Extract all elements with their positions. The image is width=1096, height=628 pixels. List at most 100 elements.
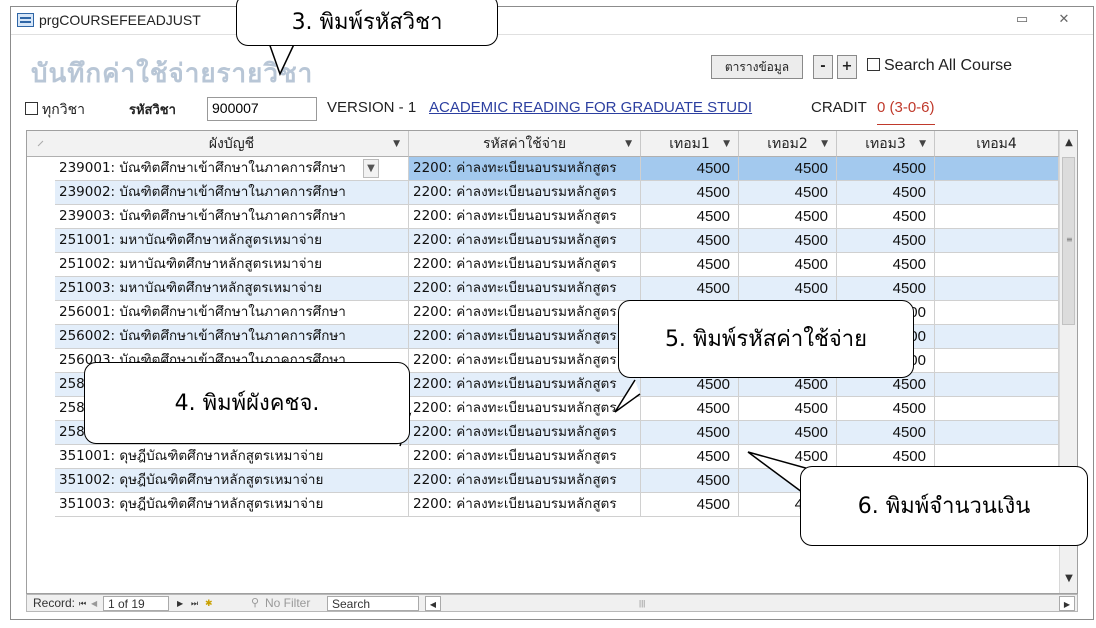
cell-t4[interactable] (935, 253, 1059, 277)
course-code-input[interactable]: 900007 (207, 97, 317, 121)
zoom-in-button[interactable]: + (837, 55, 857, 79)
scroll-up-icon[interactable]: ▲ (1060, 133, 1077, 153)
cell-account[interactable]: 256002: บัณฑิตศึกษาเข้าศึกษาในภาคการศึกษ… (55, 325, 409, 349)
cell-t4[interactable] (935, 397, 1059, 421)
cell-t4[interactable] (935, 301, 1059, 325)
sort-arrow-icon[interactable]: ▼ (393, 131, 400, 157)
column-header-term2[interactable]: เทอม2 ▼ (739, 131, 837, 157)
cell-expense[interactable]: 2200: ค่าลงทะเบียนอบรมหลักสูตร (409, 421, 641, 445)
cell-t3[interactable]: 4500 (837, 421, 935, 445)
cell-account[interactable]: 251003: มหาบัณฑิตศึกษาหลักสูตรเหมาจ่าย (55, 277, 409, 301)
close-icon[interactable]: ✕ (1049, 10, 1079, 30)
cell-t4[interactable] (935, 157, 1059, 181)
column-header-term1[interactable]: เทอม1 ▼ (641, 131, 739, 157)
cell-t4[interactable] (935, 229, 1059, 253)
cell-t1[interactable]: 4500 (641, 181, 739, 205)
cell-t3[interactable]: 4500 (837, 181, 935, 205)
cell-t4[interactable] (935, 277, 1059, 301)
cell-t1[interactable]: 4500 (641, 229, 739, 253)
nav-prev-icon[interactable]: ◀ (91, 596, 97, 611)
cell-account[interactable]: 239002: บัณฑิตศึกษาเข้าศึกษาในภาคการศึกษ… (55, 181, 409, 205)
scroll-right-icon[interactable]: ▶ (1059, 596, 1075, 611)
checkbox-icon[interactable] (867, 58, 880, 71)
column-header-term4[interactable]: เทอม4 (935, 131, 1059, 157)
cell-t1[interactable]: 4500 (641, 277, 739, 301)
dropdown-icon[interactable]: ▼ (363, 159, 379, 178)
cell-t1[interactable]: 4500 (641, 157, 739, 181)
cell-t1[interactable]: 4500 (641, 445, 739, 469)
column-header-term3[interactable]: เทอม3 ▼ (837, 131, 935, 157)
cell-expense[interactable]: 2200: ค่าลงทะเบียนอบรมหลักสูตร (409, 205, 641, 229)
table-row[interactable]: 239003: บัณฑิตศึกษาเข้าศึกษาในภาคการศึกษ… (55, 205, 1059, 229)
cell-t4[interactable] (935, 181, 1059, 205)
datasheet-button[interactable]: ตารางข้อมูล (711, 55, 803, 79)
table-row[interactable]: 251001: มหาบัณฑิตศึกษาหลักสูตรเหมาจ่าย 22… (55, 229, 1059, 253)
search-all-course-checkbox[interactable]: Search All Course (867, 57, 1012, 75)
cell-account[interactable]: 239003: บัณฑิตศึกษาเข้าศึกษาในภาคการศึกษ… (55, 205, 409, 229)
nav-next-icon[interactable]: ▶ (177, 596, 183, 611)
all-subjects-checkbox[interactable]: ทุกวิชา (25, 99, 85, 125)
cell-t4[interactable] (935, 373, 1059, 397)
column-header-expense[interactable]: รหัสค่าใช้จ่าย ▼ (409, 131, 641, 157)
cell-t2[interactable]: 4500 (739, 253, 837, 277)
select-all-corner[interactable] (27, 131, 55, 157)
cell-t3[interactable]: 4500 (837, 397, 935, 421)
table-row[interactable]: 239002: บัณฑิตศึกษาเข้าศึกษาในภาคการศึกษ… (55, 181, 1059, 205)
nav-last-icon[interactable]: ⏭ (191, 596, 198, 611)
cell-expense[interactable]: 2200: ค่าลงทะเบียนอบรมหลักสูตร (409, 349, 641, 373)
cell-account[interactable]: 351003: ดุษฎีบัณฑิตศึกษาหลักสูตรเหมาจ่าย (55, 493, 409, 517)
cell-t4[interactable] (935, 205, 1059, 229)
course-name[interactable]: ACADEMIC READING FOR GRADUATE STUDI (429, 99, 807, 125)
cell-t2[interactable]: 4500 (739, 229, 837, 253)
cell-expense[interactable]: 2200: ค่าลงทะเบียนอบรมหลักสูตร (409, 397, 641, 421)
cell-t2[interactable]: 4500 (739, 157, 837, 181)
nav-new-icon[interactable]: ✱ (205, 596, 213, 611)
cell-account[interactable]: 239001: บัณฑิตศึกษาเข้าศึกษาในภาคการศึกษ… (55, 157, 409, 181)
cell-t1[interactable]: 4500 (641, 397, 739, 421)
table-row[interactable]: 239001: บัณฑิตศึกษาเข้าศึกษาในภาคการศึกษ… (55, 157, 1059, 181)
cell-t1[interactable]: 4500 (641, 421, 739, 445)
minimize-icon[interactable]: ▭ (1007, 10, 1037, 30)
cell-expense[interactable]: 2200: ค่าลงทะเบียนอบรมหลักสูตร (409, 373, 641, 397)
horizontal-scroll-grip[interactable]: ||| (639, 596, 645, 611)
cell-t2[interactable]: 4500 (739, 181, 837, 205)
sort-arrow-icon[interactable]: ▼ (821, 131, 828, 157)
cell-expense[interactable]: 2200: ค่าลงทะเบียนอบรมหลักสูตร (409, 445, 641, 469)
cell-expense[interactable]: 2200: ค่าลงทะเบียนอบรมหลักสูตร (409, 493, 641, 517)
cell-t3[interactable]: 4500 (837, 157, 935, 181)
cell-t2[interactable]: 4500 (739, 277, 837, 301)
cell-expense[interactable]: 2200: ค่าลงทะเบียนอบรมหลักสูตร (409, 253, 641, 277)
filter-status[interactable]: No Filter (265, 596, 310, 611)
cell-t4[interactable] (935, 349, 1059, 373)
cell-t2[interactable]: 4500 (739, 397, 837, 421)
cell-account[interactable]: 351002: ดุษฎีบัณฑิตศึกษาหลักสูตรเหมาจ่าย (55, 469, 409, 493)
cell-expense[interactable]: 2200: ค่าลงทะเบียนอบรมหลักสูตร (409, 277, 641, 301)
cell-account[interactable]: 256001: บัณฑิตศึกษาเข้าศึกษาในภาคการศึกษ… (55, 301, 409, 325)
cell-expense[interactable]: 2200: ค่าลงทะเบียนอบรมหลักสูตร (409, 325, 641, 349)
cell-account[interactable]: 251002: มหาบัณฑิตศึกษาหลักสูตรเหมาจ่าย (55, 253, 409, 277)
search-input[interactable]: Search (327, 596, 419, 611)
cell-t1[interactable]: 4500 (641, 253, 739, 277)
table-row[interactable]: 251002: มหาบัณฑิตศึกษาหลักสูตรเหมาจ่าย 22… (55, 253, 1059, 277)
scroll-thumb[interactable]: ≡ (1062, 157, 1075, 325)
cell-t3[interactable]: 4500 (837, 205, 935, 229)
cell-t1[interactable]: 4500 (641, 205, 739, 229)
cell-t3[interactable]: 4500 (837, 229, 935, 253)
cell-t3[interactable]: 4500 (837, 277, 935, 301)
zoom-out-button[interactable]: - (813, 55, 833, 79)
cell-t2[interactable]: 4500 (739, 205, 837, 229)
table-row[interactable]: 251003: มหาบัณฑิตศึกษาหลักสูตรเหมาจ่าย 22… (55, 277, 1059, 301)
cell-expense[interactable]: 2200: ค่าลงทะเบียนอบรมหลักสูตร (409, 469, 641, 493)
column-header-account[interactable]: ผังบัญชี ▼ (55, 131, 409, 157)
sort-arrow-icon[interactable]: ▼ (723, 131, 730, 157)
scroll-down-icon[interactable]: ▼ (1060, 569, 1077, 589)
filter-icon[interactable]: ⚲ (251, 596, 259, 611)
cell-expense[interactable]: 2200: ค่าลงทะเบียนอบรมหลักสูตร (409, 157, 641, 181)
scroll-left-icon[interactable]: ◀ (425, 596, 441, 611)
sort-arrow-icon[interactable]: ▼ (919, 131, 926, 157)
checkbox-icon[interactable] (25, 102, 38, 115)
cell-account[interactable]: 251001: มหาบัณฑิตศึกษาหลักสูตรเหมาจ่าย (55, 229, 409, 253)
cell-expense[interactable]: 2200: ค่าลงทะเบียนอบรมหลักสูตร (409, 301, 641, 325)
cell-t1[interactable]: 4500 (641, 493, 739, 517)
cell-expense[interactable]: 2200: ค่าลงทะเบียนอบรมหลักสูตร (409, 229, 641, 253)
